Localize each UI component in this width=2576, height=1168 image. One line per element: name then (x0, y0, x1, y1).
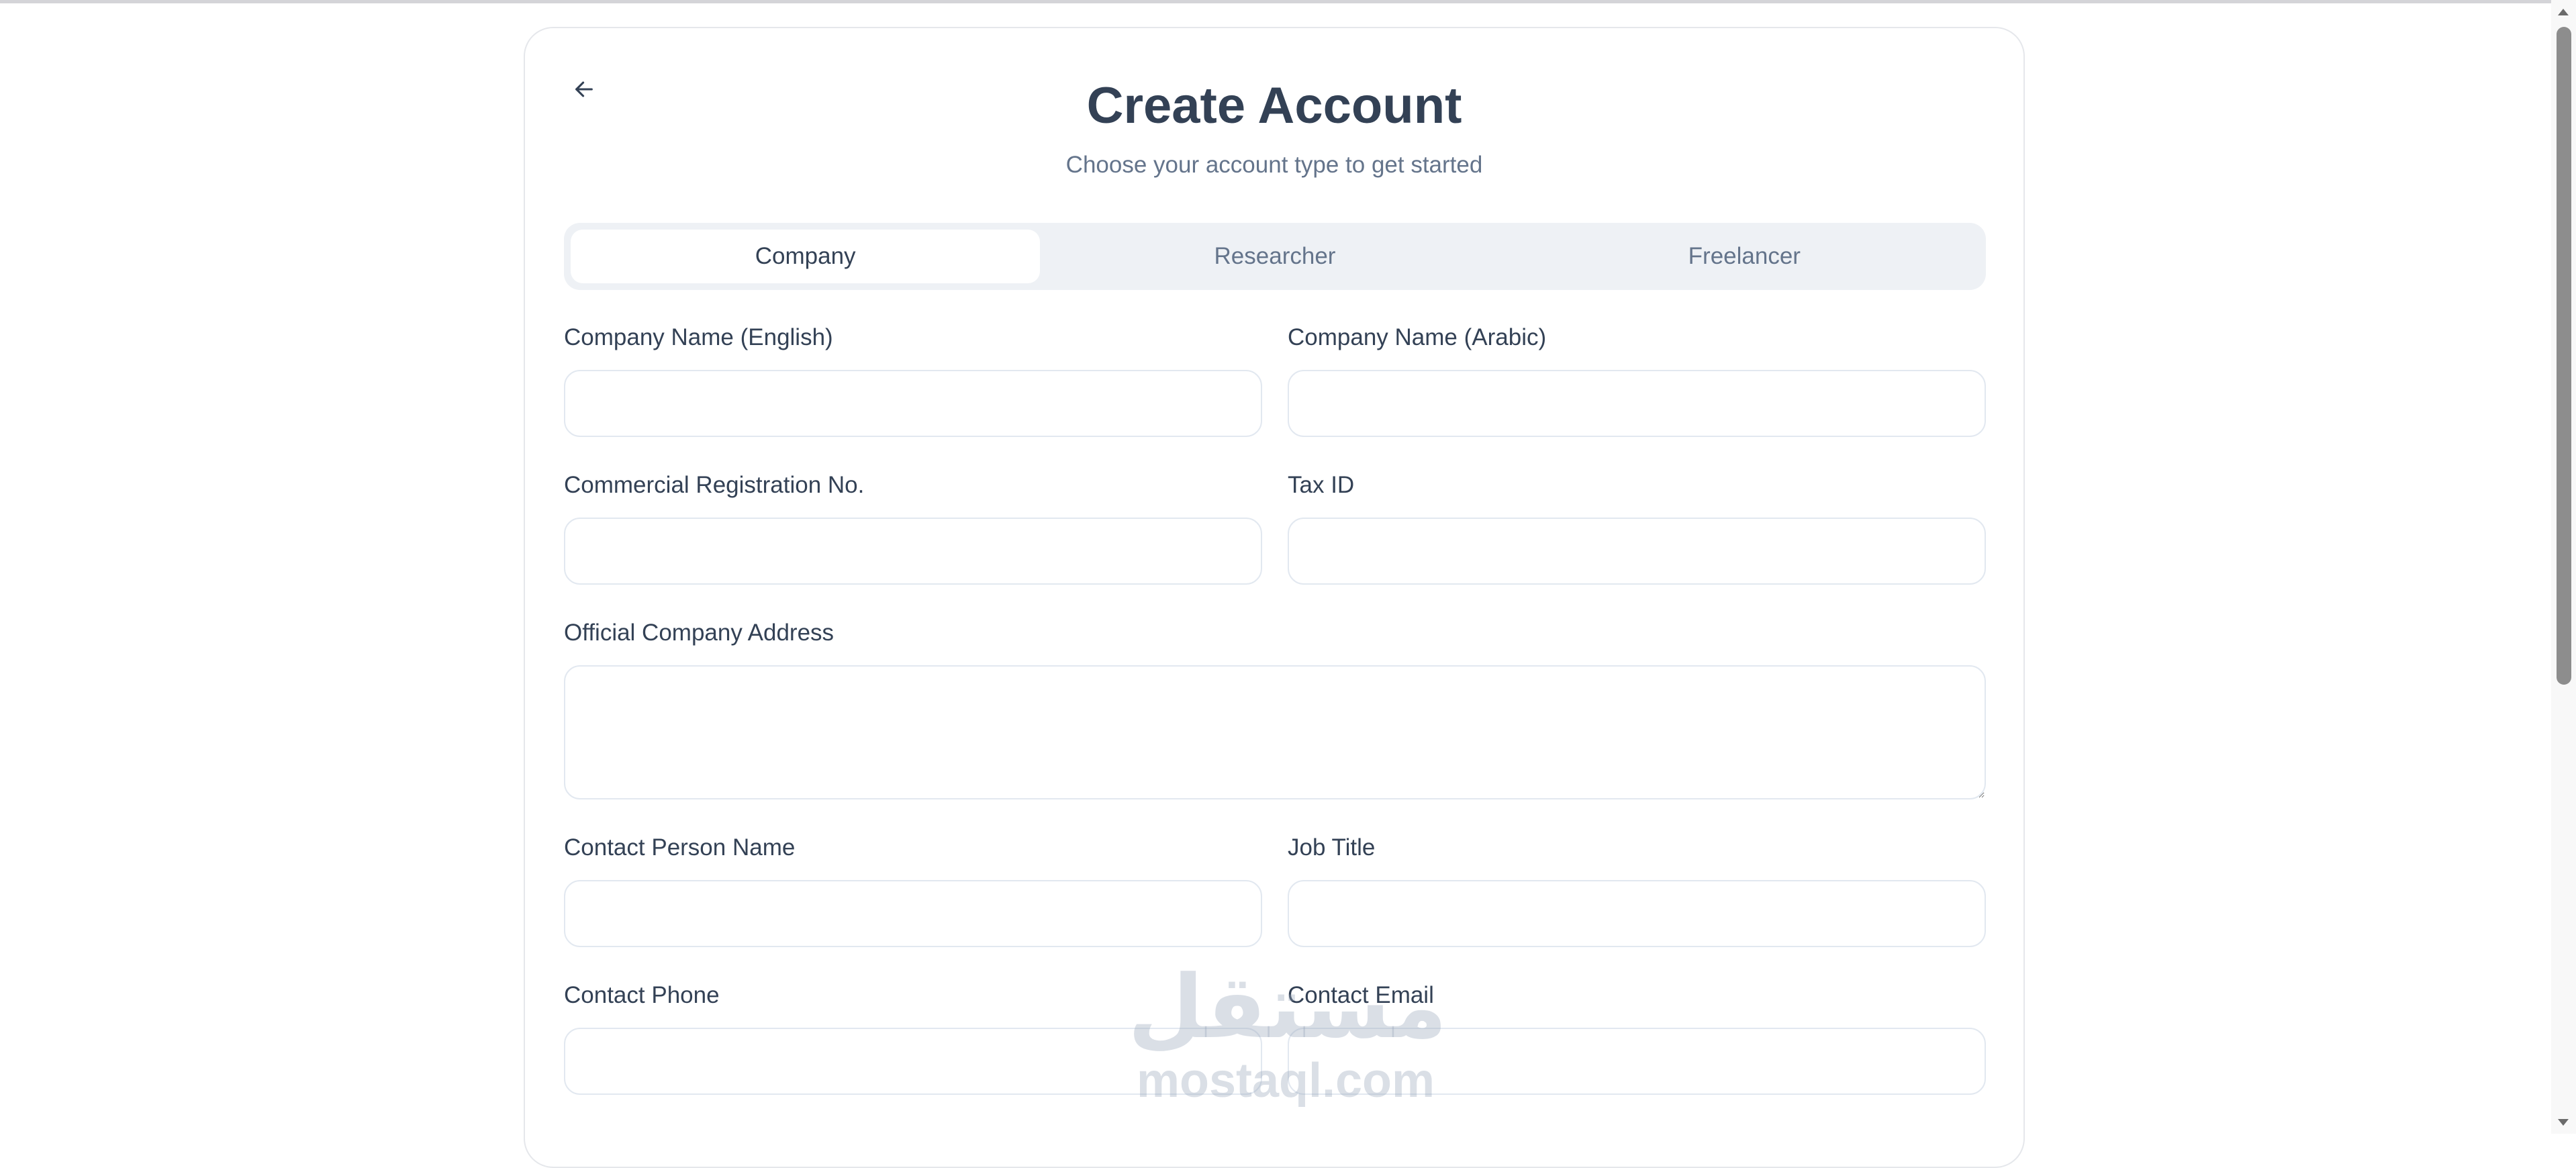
company-name-ar-input[interactable] (1288, 370, 1986, 437)
contact-phone-input[interactable] (564, 1028, 1262, 1095)
page-title: Create Account (1086, 77, 1462, 134)
commercial-reg-input[interactable] (564, 518, 1262, 585)
company-name-ar-label: Company Name (Arabic) (1288, 324, 1547, 350)
job-title-input[interactable] (1288, 880, 1986, 947)
contact-email-input[interactable] (1288, 1028, 1986, 1095)
company-name-en-label: Company Name (English) (564, 324, 833, 350)
signup-card (524, 27, 2025, 1168)
scroll-down-icon[interactable] (2555, 1114, 2571, 1130)
contact-phone-label: Contact Phone (564, 982, 720, 1008)
tax-id-label: Tax ID (1288, 472, 1355, 498)
contact-person-name-input[interactable] (564, 880, 1262, 947)
tab-freelancer[interactable]: Freelancer (1510, 230, 1979, 283)
scroll-up-icon[interactable] (2555, 4, 2571, 20)
contact-person-name-label: Contact Person Name (564, 834, 796, 861)
account-type-tabs: Company Researcher Freelancer (564, 223, 1986, 290)
company-name-en-input[interactable] (564, 370, 1262, 437)
scrollbar-thumb[interactable] (2557, 27, 2571, 685)
contact-email-label: Contact Email (1288, 982, 1434, 1008)
job-title-label: Job Title (1288, 834, 1376, 861)
tab-company[interactable]: Company (571, 230, 1041, 283)
official-address-label: Official Company Address (564, 620, 834, 646)
commercial-reg-label: Commercial Registration No. (564, 472, 865, 498)
official-address-textarea[interactable] (564, 665, 1986, 799)
tax-id-input[interactable] (1288, 518, 1986, 585)
top-border (0, 0, 2551, 3)
page-subtitle: Choose your account type to get started (1065, 152, 1483, 178)
tab-researcher[interactable]: Researcher (1040, 230, 1509, 283)
